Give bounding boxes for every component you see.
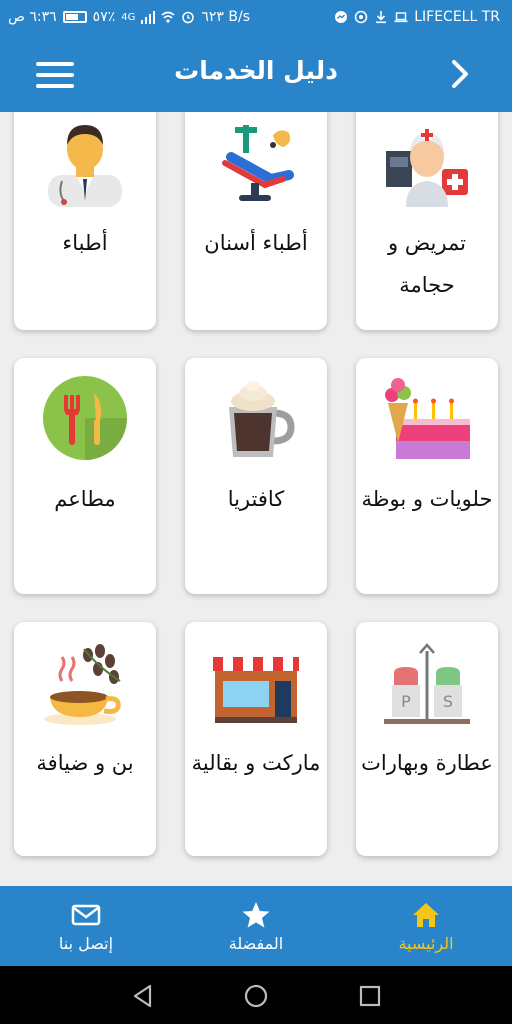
- spices-icon: P S: [356, 636, 498, 728]
- card-label: كافتريا: [227, 487, 285, 511]
- carrier-name: LIFECELL TR: [414, 9, 500, 25]
- bottom-nav: إتصل بنا المفضلة الرئيسية: [0, 886, 512, 966]
- back-triangle-icon[interactable]: [130, 983, 156, 1009]
- system-nav-bar: [0, 966, 512, 1024]
- card-label: حلويات و بوظة: [361, 487, 493, 511]
- card-label: أطباء: [62, 231, 108, 255]
- services-grid: أطباء أطباء أسنان تمريض و حجامة مطاعم كا…: [0, 112, 512, 886]
- card-sweets[interactable]: حلويات و بوظة: [356, 358, 498, 594]
- restaurant-icon: [14, 372, 156, 464]
- card-label: عطارة وبهارات: [361, 751, 493, 775]
- chevron-right-icon[interactable]: [448, 58, 472, 90]
- status-left: ٦:٣٦ ص ٥٧٪ 4G ٦٢٣ B/s: [8, 9, 250, 25]
- card-coffee[interactable]: بن و ضيافة: [14, 622, 156, 856]
- card-label: بن و ضيافة: [36, 751, 134, 775]
- home-circle-icon[interactable]: [243, 983, 269, 1009]
- alarm-icon: [182, 11, 195, 24]
- card-cafeteria[interactable]: كافتريا: [185, 358, 327, 594]
- star-icon: [242, 902, 270, 928]
- svg-text:P: P: [401, 692, 411, 711]
- laptop-icon: [394, 12, 408, 23]
- nav-label: الرئيسية: [398, 934, 454, 953]
- whatsapp-icon: [354, 10, 368, 24]
- nav-favorites[interactable]: المفضلة: [186, 886, 326, 966]
- card-restaurants[interactable]: مطاعم: [14, 358, 156, 594]
- card-nursing[interactable]: تمريض و حجامة: [356, 112, 498, 330]
- card-label: ماركت و بقالية: [191, 751, 321, 775]
- nav-contact[interactable]: إتصل بنا: [16, 886, 156, 966]
- card-label: أطباء أسنان: [204, 231, 308, 255]
- coffee-mug-icon: [185, 372, 327, 464]
- market-icon: [185, 636, 327, 728]
- home-icon: [413, 903, 439, 927]
- messenger-icon: [335, 11, 348, 23]
- status-right: LIFECELL TR: [334, 9, 500, 25]
- battery-icon: [62, 11, 87, 23]
- page-title: دليل الخدمات: [174, 56, 338, 85]
- nurse-icon: [356, 116, 498, 208]
- network-type: 4G: [121, 11, 136, 23]
- recents-square-icon[interactable]: [357, 983, 383, 1009]
- card-market[interactable]: ماركت و بقالية: [185, 622, 327, 856]
- coffee-cup-icon: [14, 636, 156, 728]
- nav-label: المفضلة: [228, 934, 284, 953]
- card-label: مطاعم: [54, 487, 116, 511]
- clock: ٦:٣٦ ص: [8, 9, 57, 25]
- nav-home[interactable]: الرئيسية: [356, 886, 496, 966]
- battery-level: ٥٧٪: [92, 9, 116, 25]
- card-spices[interactable]: P S عطارة وبهارات: [356, 622, 498, 856]
- app-header: دليل الخدمات: [0, 36, 512, 112]
- wifi-icon: [161, 11, 175, 23]
- card-dentists[interactable]: أطباء أسنان: [185, 112, 327, 330]
- signal-icon: [141, 11, 156, 24]
- svg-text:S: S: [443, 692, 453, 711]
- status-bar: ٦:٣٦ ص ٥٧٪ 4G ٦٢٣ B/s LIFECELL TR: [0, 0, 512, 36]
- dental-chair-icon: [185, 116, 327, 208]
- nav-label: إتصل بنا: [58, 934, 114, 953]
- network-speed: ٦٢٣ B/s: [201, 9, 251, 25]
- cake-icecream-icon: [356, 372, 498, 464]
- card-label: تمريض و حجامة: [388, 231, 466, 297]
- card-doctors[interactable]: أطباء: [14, 112, 156, 330]
- doctor-icon: [14, 116, 156, 208]
- mail-icon: [71, 904, 101, 926]
- download-icon: [376, 11, 387, 24]
